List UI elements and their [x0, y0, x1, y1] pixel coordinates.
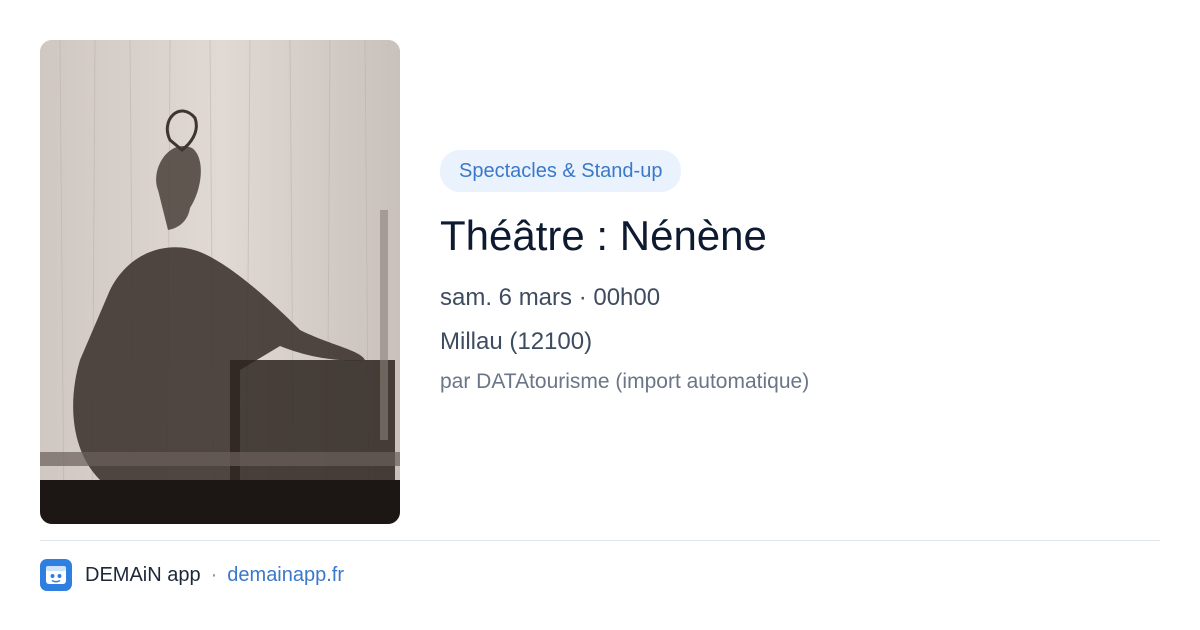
event-location: Millau (12100) — [440, 328, 593, 355]
app-name: DEMAiN app — [85, 563, 201, 586]
footer: DEMAiN app · demainapp.fr — [40, 558, 344, 592]
event-datetime: sam. 6 mars · 00h00 — [440, 284, 661, 311]
event-info: Spectacles & Stand-up Théâtre : Nénène s… — [440, 150, 1160, 396]
event-title: Théâtre : Nénène — [440, 212, 767, 259]
app-logo-icon — [40, 559, 72, 591]
footer-divider — [40, 540, 1160, 541]
event-source: par DATAtourisme (import automatique) — [440, 370, 810, 393]
category-badge[interactable]: Spectacles & Stand-up — [440, 150, 682, 192]
event-photo — [40, 40, 400, 524]
app-domain-link[interactable]: demainapp.fr — [227, 564, 344, 587]
footer-separator: · — [210, 563, 218, 586]
